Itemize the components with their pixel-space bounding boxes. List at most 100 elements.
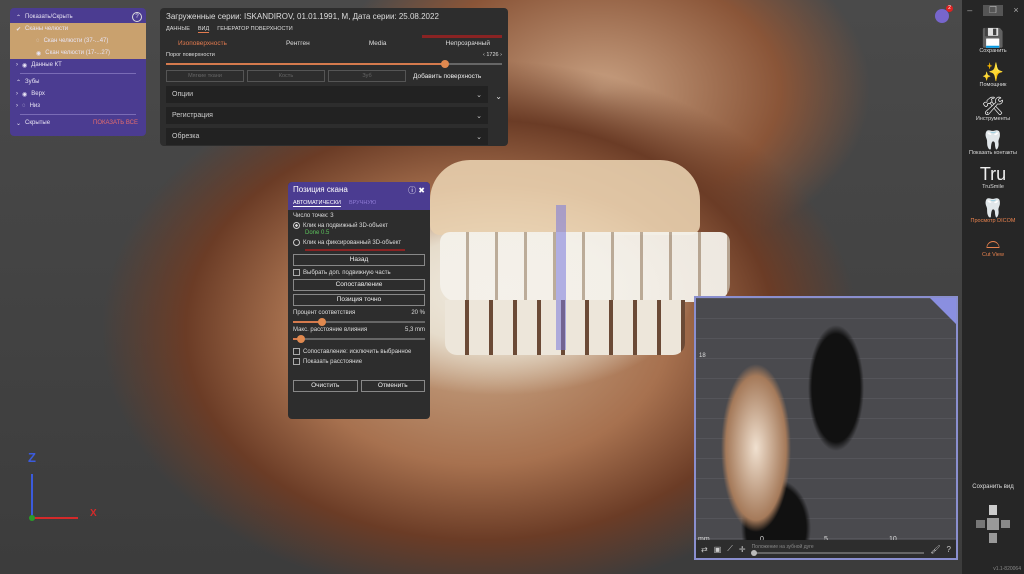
tree-item[interactable]: ✔ Сканы челюсти [10, 23, 146, 35]
threshold-value[interactable]: 1726 [486, 52, 498, 58]
help-icon[interactable]: ⓘ [408, 186, 416, 195]
clipping-section[interactable]: Обрезка ⌄ [166, 128, 488, 145]
clear-button[interactable]: Очистить [293, 380, 358, 392]
tree-item[interactable]: ◉ Скан челюсти (17-...27) [10, 47, 146, 59]
threshold-slider[interactable] [166, 60, 502, 68]
collapse-icon[interactable]: ⌃ [16, 79, 21, 86]
show-distance-checkbox[interactable]: Показать расстояние [293, 358, 425, 365]
sidebar-item-contacts[interactable]: 🦷 Показать контакты [962, 130, 1024, 156]
percent-slider[interactable] [293, 318, 425, 326]
distance-label: Макс. расстояние влияния [293, 327, 368, 333]
collapse-icon[interactable]: ⌃ [16, 14, 21, 21]
tab-data[interactable]: ДАННЫЕ [166, 26, 190, 33]
sidebar-item-trusmile[interactable]: Tru TruSmile [962, 164, 1024, 190]
chevron-down-icon[interactable]: ⌄ [495, 92, 502, 101]
tooth-button[interactable]: Зуб [328, 70, 406, 82]
restore-icon[interactable]: ❐ [982, 4, 1003, 16]
soft-tissue-button[interactable]: Мягкие ткани [166, 70, 244, 82]
mode-isosurface[interactable]: Изоповерхность [178, 40, 227, 47]
radio-button[interactable] [293, 222, 300, 229]
view-bottom[interactable] [989, 533, 997, 543]
extra-part-checkbox[interactable]: Выбрать доп. подвижную часть [293, 269, 425, 276]
settings-sliders-icon[interactable]: ⇄ [701, 545, 708, 554]
minimize-icon[interactable]: – [967, 5, 972, 15]
tab-surface-generator[interactable]: ГЕНЕРАТОР ПОВЕРХНОСТИ [217, 26, 292, 33]
sidebar-item-magic-wand[interactable]: ✨ Помощник [962, 62, 1024, 88]
brush-icon[interactable]: 🖌 [930, 545, 940, 554]
help-icon[interactable]: ? [132, 12, 142, 22]
increment-icon[interactable]: › [499, 52, 502, 58]
percent-label: Процент соответствия [293, 310, 356, 316]
hidden-row[interactable]: ⌄ Скрытые ПОКАЗАТЬ ВСЕ [10, 117, 146, 129]
crosshair-icon[interactable]: ✛ [739, 545, 746, 554]
view-left[interactable] [976, 520, 985, 528]
view-right[interactable] [1001, 520, 1010, 528]
slider-handle[interactable] [296, 335, 305, 343]
tree-item[interactable]: ◌ Скан челюсти (37-...47) [10, 35, 146, 47]
slider-handle[interactable] [318, 318, 327, 326]
mode-media[interactable]: Media [369, 40, 387, 47]
mode-opaque[interactable]: Непрозрачный [446, 40, 490, 47]
view-front[interactable] [987, 518, 999, 530]
arch-position-slider[interactable] [750, 550, 925, 556]
add-surface-button[interactable]: Добавить поверхность [413, 73, 481, 80]
eye-off-icon[interactable]: ◌ [22, 103, 26, 109]
exclude-checkbox[interactable]: Сопоставление: исключить выбранное [293, 348, 425, 355]
cross-section-view[interactable]: 18 mm 0 5 10 ⇄ ▣ ⟋ ✛ Положение на зубной… [694, 296, 958, 560]
eye-icon[interactable]: ◉ [36, 50, 41, 57]
eye-icon[interactable]: ◉ [22, 91, 27, 98]
tab-automatic[interactable]: АВТОМАТИЧЕСКИ [293, 200, 341, 207]
expand-icon[interactable]: › [16, 91, 18, 97]
sidebar-item-save[interactable]: 💾 Сохранить [962, 28, 1024, 54]
tab-view[interactable]: ВИД [197, 26, 210, 33]
measure-icon[interactable]: ⟋ [727, 544, 733, 554]
precise-position-button[interactable]: Позиция точно [293, 294, 425, 306]
radio-button[interactable] [293, 239, 300, 246]
section-label: Обрезка [172, 133, 200, 140]
corner-handle[interactable] [930, 298, 956, 324]
distance-value[interactable]: 5,3 mm [405, 327, 425, 333]
eye-icon[interactable]: ◉ [22, 62, 27, 69]
registration-section[interactable]: Регистрация ⌄ [166, 107, 488, 124]
show-all-button[interactable]: ПОКАЗАТЬ ВСЕ [93, 120, 138, 126]
collapse-icon[interactable]: ⌄ [16, 120, 21, 127]
view-top[interactable] [989, 505, 997, 515]
checkbox[interactable] [293, 358, 300, 365]
close-window-icon[interactable]: × [1013, 5, 1018, 15]
view-cube[interactable] [976, 505, 1010, 555]
radio-moving[interactable]: Клик на подвижный 3D-объект [293, 222, 425, 229]
checkbox[interactable] [293, 269, 300, 276]
slider-handle[interactable] [750, 550, 757, 556]
expand-icon[interactable]: › [16, 62, 18, 68]
save-view-label: Сохранить вид [972, 484, 1014, 490]
tree-item[interactable]: › ◉ Данные КТ [10, 59, 146, 71]
tab-manual[interactable]: ВРУЧНУЮ [349, 200, 376, 207]
options-section[interactable]: Опции ⌄ [166, 86, 488, 103]
sidebar-item-tools[interactable]: 🛠 Инструменты [962, 96, 1024, 122]
panel-header: ⌃ Показать/Скрыть? [10, 11, 146, 23]
sidebar-item-cut-view[interactable]: ⌓ Cut View [962, 232, 1024, 258]
cancel-button[interactable]: Отменить [360, 380, 425, 392]
match-button[interactable]: Сопоставление [293, 279, 425, 291]
percent-value[interactable]: 20 % [411, 310, 425, 316]
section-plane[interactable] [556, 205, 566, 350]
expand-icon[interactable]: › [16, 103, 18, 109]
close-icon[interactable]: ✖ [418, 186, 425, 195]
slider-handle[interactable] [440, 60, 449, 68]
mode-xray[interactable]: Рентген [286, 40, 310, 47]
save-image-icon[interactable]: ▣ [714, 545, 722, 554]
tree-item[interactable]: › ◌ Низ [10, 100, 146, 112]
eye-off-icon[interactable]: ◌ [36, 38, 40, 44]
sidebar-item-dicom[interactable]: 🦷 Просмотр DICOM [962, 198, 1024, 224]
distance-slider[interactable] [293, 335, 425, 343]
help-icon[interactable]: ? [947, 545, 951, 554]
done-note: Done 0.5 [305, 230, 330, 236]
sidebar-item-label: Показать контакты [969, 150, 1017, 156]
bone-button[interactable]: Кость [247, 70, 325, 82]
checkbox[interactable] [293, 348, 300, 355]
back-button[interactable]: Назад [293, 254, 425, 266]
radio-fixed[interactable]: Клик на фиксированный 3D-объект [293, 239, 425, 246]
tree-item[interactable]: › ◉ Верх [10, 88, 146, 100]
tree-item[interactable]: ⌃ Зубы [10, 76, 146, 88]
tree-item-label: Зубы [25, 79, 40, 85]
